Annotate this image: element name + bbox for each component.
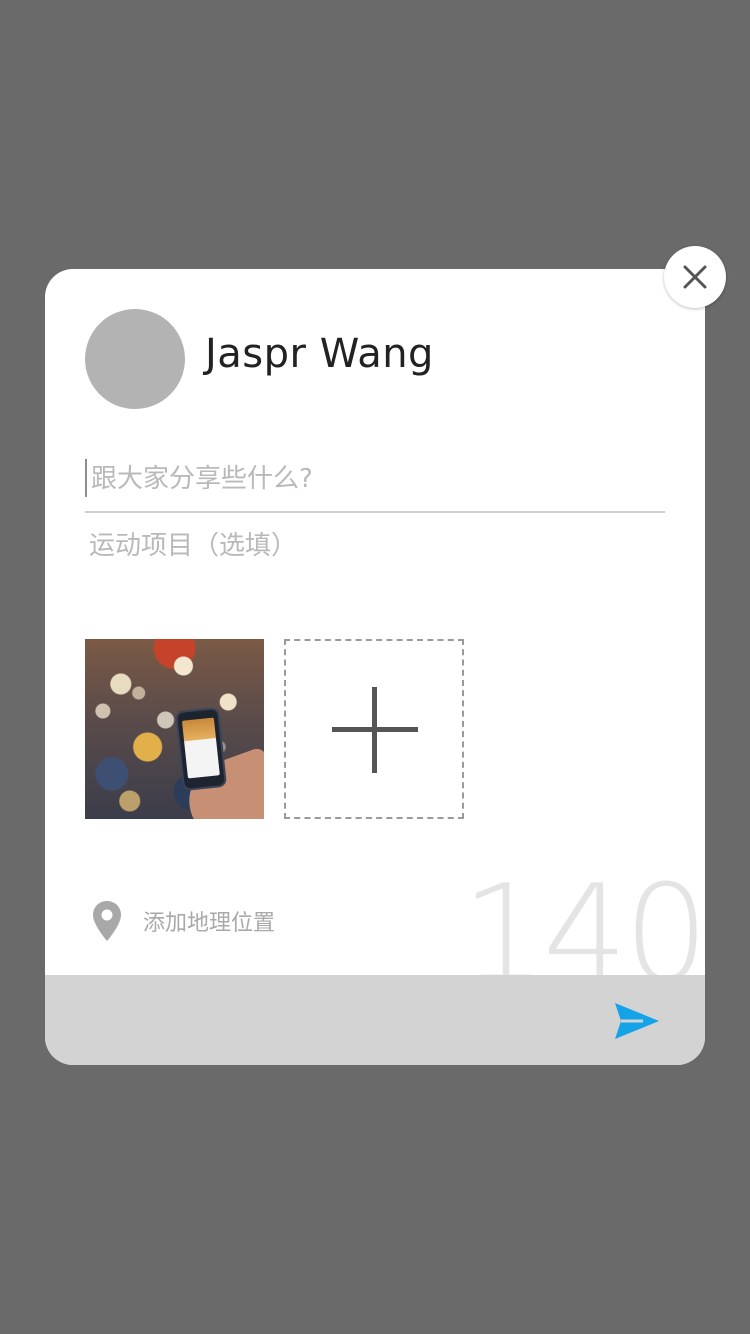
location-pin-icon <box>93 901 121 941</box>
text-cursor <box>85 459 87 497</box>
post-input-container <box>85 455 665 513</box>
attached-photo-thumbnail[interactable] <box>85 639 264 819</box>
plus-icon-vertical <box>372 687 377 773</box>
photo-phone <box>177 709 225 789</box>
user-name: Jaspr Wang <box>205 331 434 377</box>
avatar[interactable] <box>85 309 185 409</box>
compose-card: Jaspr Wang 140 添加地理位置 <box>45 269 705 1065</box>
bottom-action-bar <box>45 975 705 1065</box>
close-button[interactable] <box>664 246 726 308</box>
photo-phone-screen <box>181 717 220 779</box>
sport-type-input[interactable] <box>89 526 649 566</box>
add-location-label: 添加地理位置 <box>143 911 276 936</box>
close-icon <box>683 265 707 289</box>
send-icon <box>615 1003 659 1039</box>
add-photo-button[interactable] <box>284 639 464 819</box>
post-text-input[interactable] <box>91 459 651 499</box>
send-button[interactable] <box>613 999 661 1043</box>
add-location-button[interactable]: 添加地理位置 <box>91 897 275 945</box>
